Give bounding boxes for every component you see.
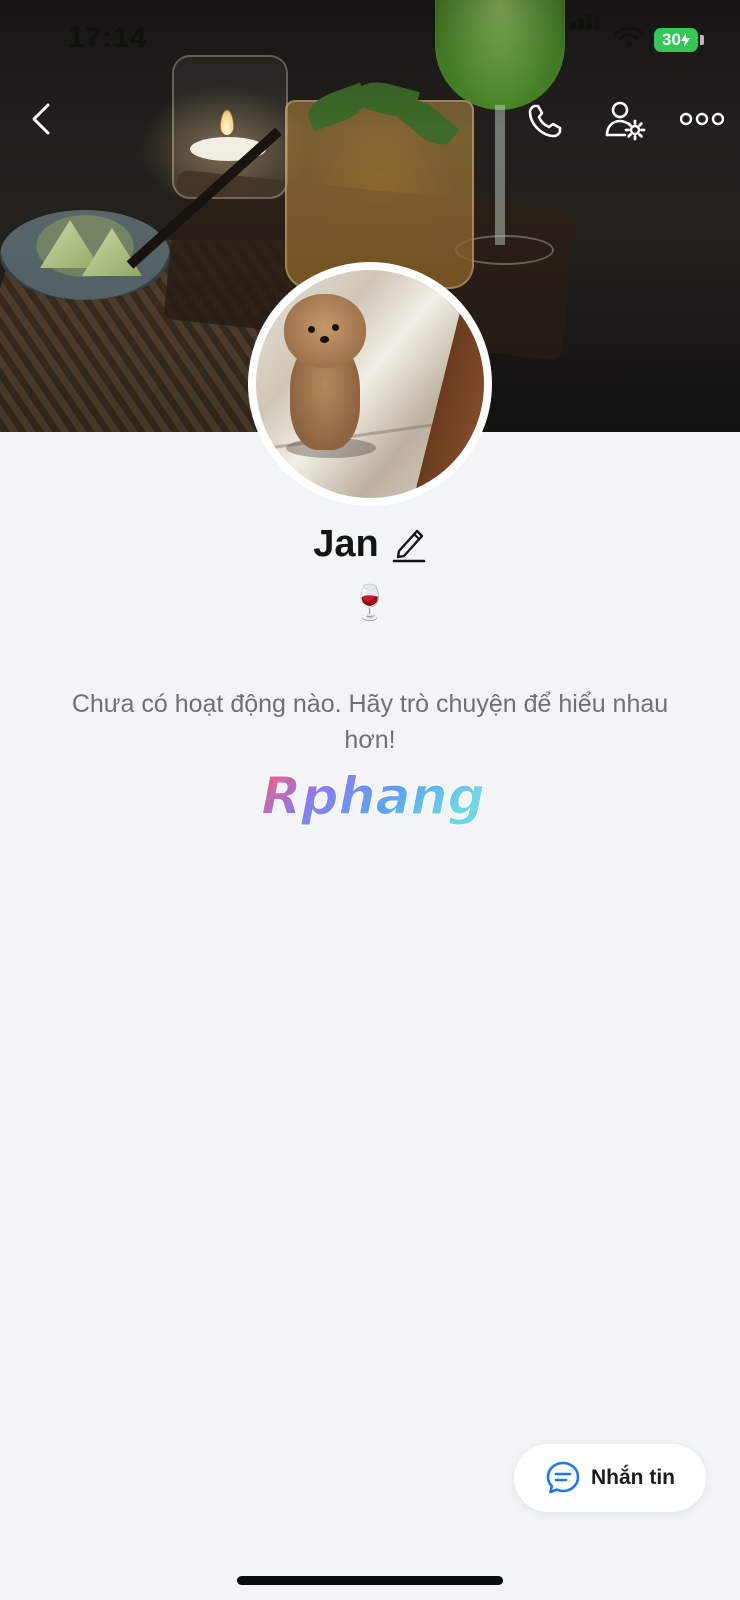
status-time: 17:14 <box>68 22 148 54</box>
pencil-icon <box>392 529 426 563</box>
profile-name: Jan <box>313 522 379 565</box>
status-bar: 17:14 30 <box>0 0 740 80</box>
more-options-button[interactable] <box>674 94 730 144</box>
more-dots-icon <box>680 112 724 126</box>
watermark-logo: Rphang <box>261 767 486 828</box>
profile-avatar[interactable] <box>248 262 492 506</box>
home-indicator[interactable] <box>237 1576 503 1585</box>
profile-name-row: Jan <box>0 516 740 572</box>
chat-bubble-icon <box>546 1461 580 1494</box>
user-settings-icon <box>605 101 646 141</box>
chevron-left-icon <box>32 103 50 135</box>
profile-bio: 🍷 <box>348 584 392 622</box>
send-message-button[interactable]: Nhắn tin <box>514 1444 706 1512</box>
watermark-text: Rphang <box>261 767 485 827</box>
avatar-photo <box>256 270 484 498</box>
battery-level: 30 <box>662 30 681 49</box>
charging-bolt-icon <box>680 33 690 47</box>
back-button[interactable] <box>16 94 66 144</box>
send-message-label: Nhắn tin <box>591 1466 675 1489</box>
profile-settings-button[interactable] <box>596 92 654 150</box>
wifi-icon <box>614 24 644 55</box>
empty-activity-message: Chưa có hoạt động nào. Hãy trò chuyện để… <box>71 690 669 754</box>
edit-name-button[interactable] <box>391 524 427 564</box>
call-button[interactable] <box>518 94 572 148</box>
phone-icon <box>528 104 562 138</box>
battery-indicator: 30 <box>654 28 698 52</box>
battery-cap <box>700 35 704 45</box>
